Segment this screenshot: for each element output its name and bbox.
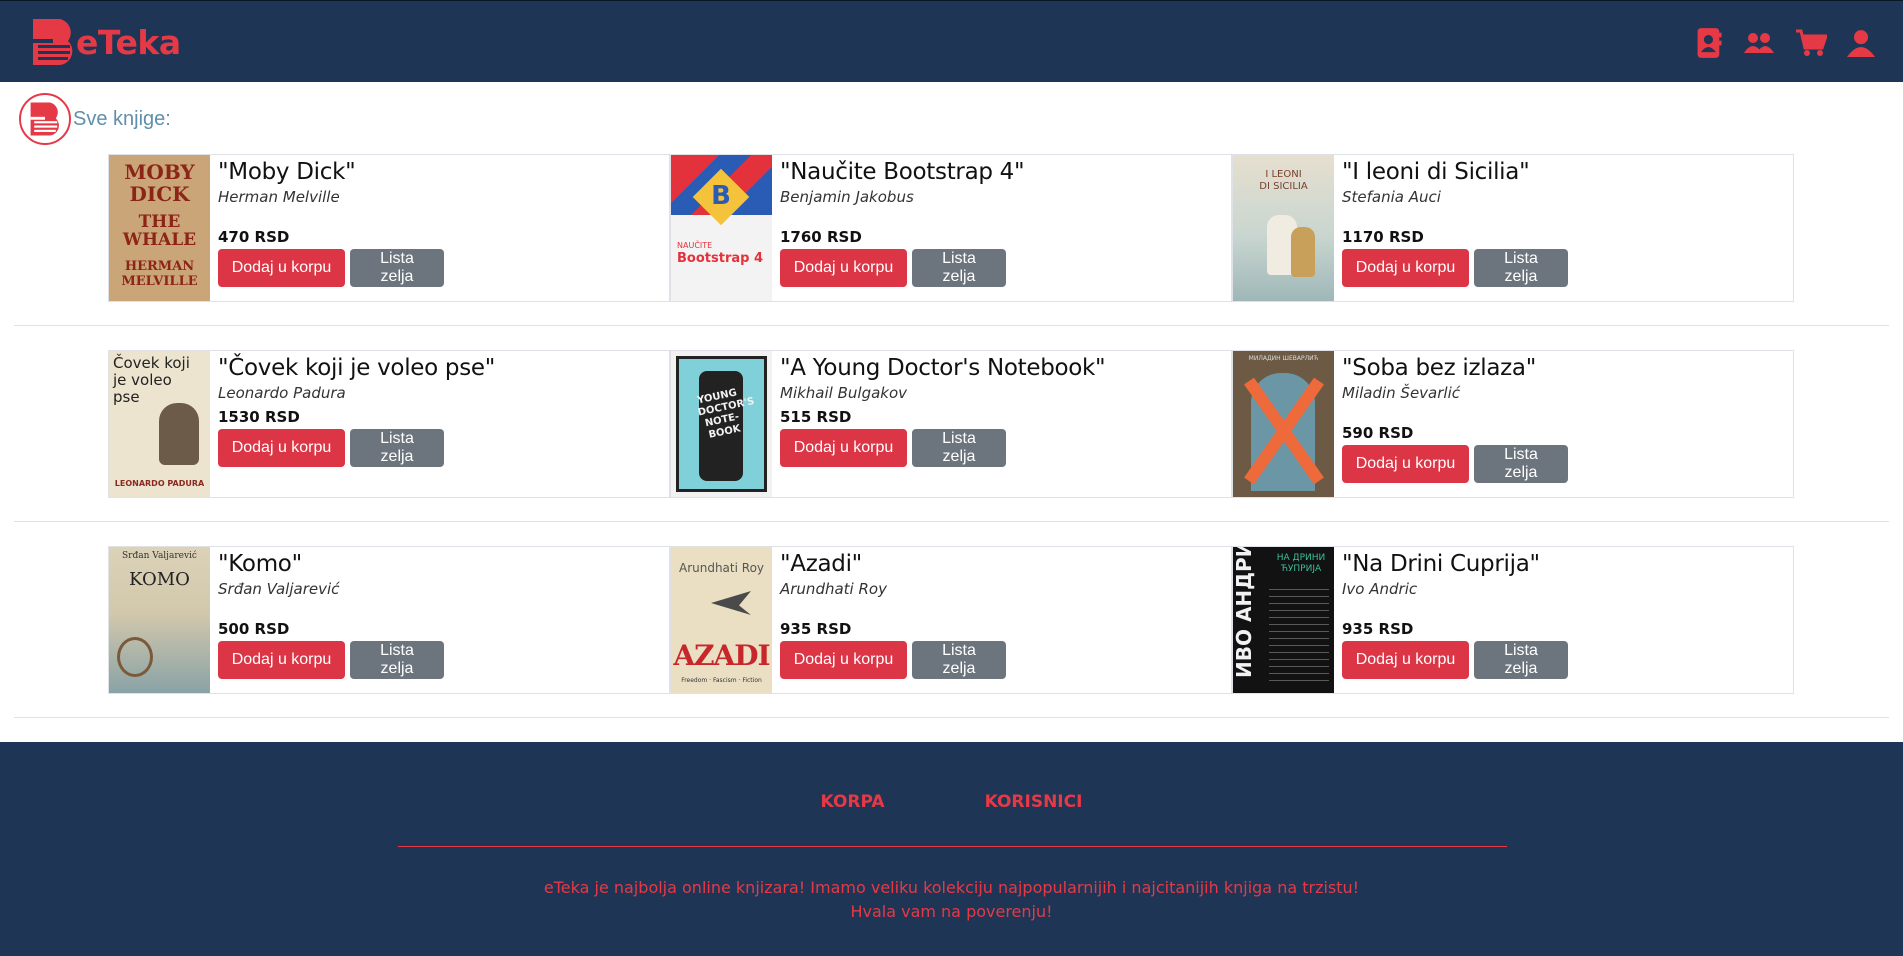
footer-link-korpa[interactable]: KORPA — [821, 792, 885, 812]
book-cover[interactable]: ИВО АНДРИЋ НА ДРИНИ ЋУПРИЈА — [1233, 547, 1334, 693]
book-card: MOBY DICK THE WHALE HERMAN MELVILLE "Moby D… — [108, 154, 670, 302]
add-to-cart-button[interactable]: Dodaj u korpu — [780, 641, 907, 679]
add-to-cart-button[interactable]: Dodaj u korpu — [780, 249, 907, 287]
book-author: Srđan Valjarević — [218, 580, 340, 598]
footer-text-line: eTeka je najbolja online knjizara! Imamo… — [543, 878, 1360, 897]
book-row: MOBY DICK THE WHALE HERMAN MELVILLE "Moby D… — [108, 154, 1794, 302]
book-author: Arundhati Roy — [780, 580, 887, 598]
add-to-cart-button[interactable]: Dodaj u korpu — [780, 429, 907, 467]
book-title: "Čovek koji je voleo pse" — [218, 355, 496, 381]
book-card: I LEONI DI SICILIA "I leoni di Sicilia" S… — [1232, 154, 1794, 302]
book-cover[interactable]: Čovek koji je voleo pse LEONARDO PADURA — [109, 351, 210, 497]
navbar: eTeka — [0, 0, 1903, 82]
book-author: Mikhail Bulgakov — [780, 384, 908, 402]
book-card: Čovek koji je voleo pse LEONARDO PADURA "Č… — [108, 350, 670, 498]
book-title: "I leoni di Sicilia" — [1342, 159, 1530, 185]
book-title: "Naučite Bootstrap 4" — [780, 159, 1025, 185]
add-to-cart-button[interactable]: Dodaj u korpu — [1342, 249, 1469, 287]
add-to-cart-button[interactable]: Dodaj u korpu — [218, 641, 345, 679]
book-cover[interactable]: B NAUČITE Bootstrap 4 — [671, 155, 772, 301]
footer-divider — [398, 846, 1507, 847]
book-title: "Komo" — [218, 551, 302, 577]
nav-icons — [1695, 25, 1875, 61]
section-header: Sve knjige: — [19, 93, 171, 145]
add-to-cart-button[interactable]: Dodaj u korpu — [1342, 445, 1469, 483]
footer-text-line: Hvala vam na poverenju! — [850, 902, 1053, 921]
cart-icon[interactable] — [1795, 27, 1827, 59]
wishlist-button[interactable]: Lista zelja — [350, 249, 444, 287]
book-title: "Soba bez izlaza" — [1342, 355, 1536, 381]
book-cover[interactable]: I LEONI DI SICILIA — [1233, 155, 1334, 301]
book-title: "A Young Doctor's Notebook" — [780, 355, 1106, 381]
wishlist-button[interactable]: Lista zelja — [912, 249, 1006, 287]
book-price: 1530 RSD — [218, 408, 300, 426]
address-book-icon[interactable] — [1695, 27, 1723, 59]
row-divider — [14, 325, 1889, 326]
book-card: B NAUČITE Bootstrap 4 "Naučite Bootstrap… — [670, 154, 1232, 302]
footer-links: KORPA KORISNICI — [0, 792, 1903, 812]
book-price: 470 RSD — [218, 228, 290, 246]
book-cover[interactable]: MOBY DICK THE WHALE HERMAN MELVILLE — [109, 155, 210, 301]
wishlist-button[interactable]: Lista zelja — [350, 641, 444, 679]
book-price: 590 RSD — [1342, 424, 1414, 442]
book-author: Benjamin Jakobus — [780, 188, 914, 206]
book-title: "Azadi" — [780, 551, 862, 577]
book-price: 935 RSD — [780, 620, 852, 638]
footer-text: eTeka je najbolja online knjizara! Imamo… — [0, 876, 1903, 924]
book-author: Herman Melville — [218, 188, 340, 206]
book-cover[interactable]: МИЛАДИН ШЕВАРЛИЋ — [1233, 351, 1334, 497]
book-author: Ivo Andric — [1342, 580, 1418, 598]
row-divider — [14, 521, 1889, 522]
brand[interactable]: eTeka — [30, 16, 181, 68]
users-icon[interactable] — [1743, 27, 1775, 59]
book-author: Stefania Auci — [1342, 188, 1441, 206]
book-card: Srđan Valjarević KOMO "Komo" Srđan Valja… — [108, 546, 670, 694]
wishlist-button[interactable]: Lista zelja — [1474, 445, 1568, 483]
wishlist-button[interactable]: Lista zelja — [350, 429, 444, 467]
book-card: МИЛАДИН ШЕВАРЛИЋ "Soba bez izlaza" Milad… — [1232, 350, 1794, 498]
book-cover[interactable]: Srđan Valjarević KOMO — [109, 547, 210, 693]
book-author: Miladin Ševarlić — [1342, 384, 1461, 402]
wishlist-button[interactable]: Lista zelja — [1474, 641, 1568, 679]
row-divider — [14, 717, 1889, 718]
book-card: YOUNG DOCTOR'S NOTE- BOOK "A Young Doctor's… — [670, 350, 1232, 498]
wishlist-button[interactable]: Lista zelja — [1474, 249, 1568, 287]
book-card: ИВО АНДРИЋ НА ДРИНИ ЋУПРИЈА "Na Drini Cup… — [1232, 546, 1794, 694]
book-title: "Na Drini Cuprija" — [1342, 551, 1540, 577]
add-to-cart-button[interactable]: Dodaj u korpu — [1342, 641, 1469, 679]
book-cover[interactable]: Arundhati Roy AZADI Freedom · Fascism · … — [671, 547, 772, 693]
page-title: Sve knjige: — [73, 107, 171, 130]
wishlist-button[interactable]: Lista zelja — [912, 429, 1006, 467]
book-title: "Moby Dick" — [218, 159, 356, 185]
book-price: 1170 RSD — [1342, 228, 1424, 246]
add-to-cart-button[interactable]: Dodaj u korpu — [218, 249, 345, 287]
book-price: 935 RSD — [1342, 620, 1414, 638]
book-author: Leonardo Padura — [218, 384, 346, 402]
brand-logo-icon — [33, 19, 73, 65]
book-cover[interactable]: YOUNG DOCTOR'S NOTE- BOOK — [671, 351, 772, 497]
wishlist-button[interactable]: Lista zelja — [912, 641, 1006, 679]
section-logo-icon — [19, 93, 71, 145]
book-price: 1760 RSD — [780, 228, 862, 246]
book-price: 515 RSD — [780, 408, 852, 426]
book-row: Srđan Valjarević KOMO "Komo" Srđan Valja… — [108, 546, 1794, 694]
footer-link-korisnici[interactable]: KORISNICI — [985, 792, 1083, 812]
book-row: Čovek koji je voleo pse LEONARDO PADURA "Č… — [108, 350, 1794, 498]
brand-name: eTeka — [76, 22, 181, 62]
footer: KORPA KORISNICI eTeka je najbolja online… — [0, 742, 1903, 956]
add-to-cart-button[interactable]: Dodaj u korpu — [218, 429, 345, 467]
book-card: Arundhati Roy AZADI Freedom · Fascism · … — [670, 546, 1232, 694]
user-icon[interactable] — [1847, 27, 1875, 59]
book-price: 500 RSD — [218, 620, 290, 638]
